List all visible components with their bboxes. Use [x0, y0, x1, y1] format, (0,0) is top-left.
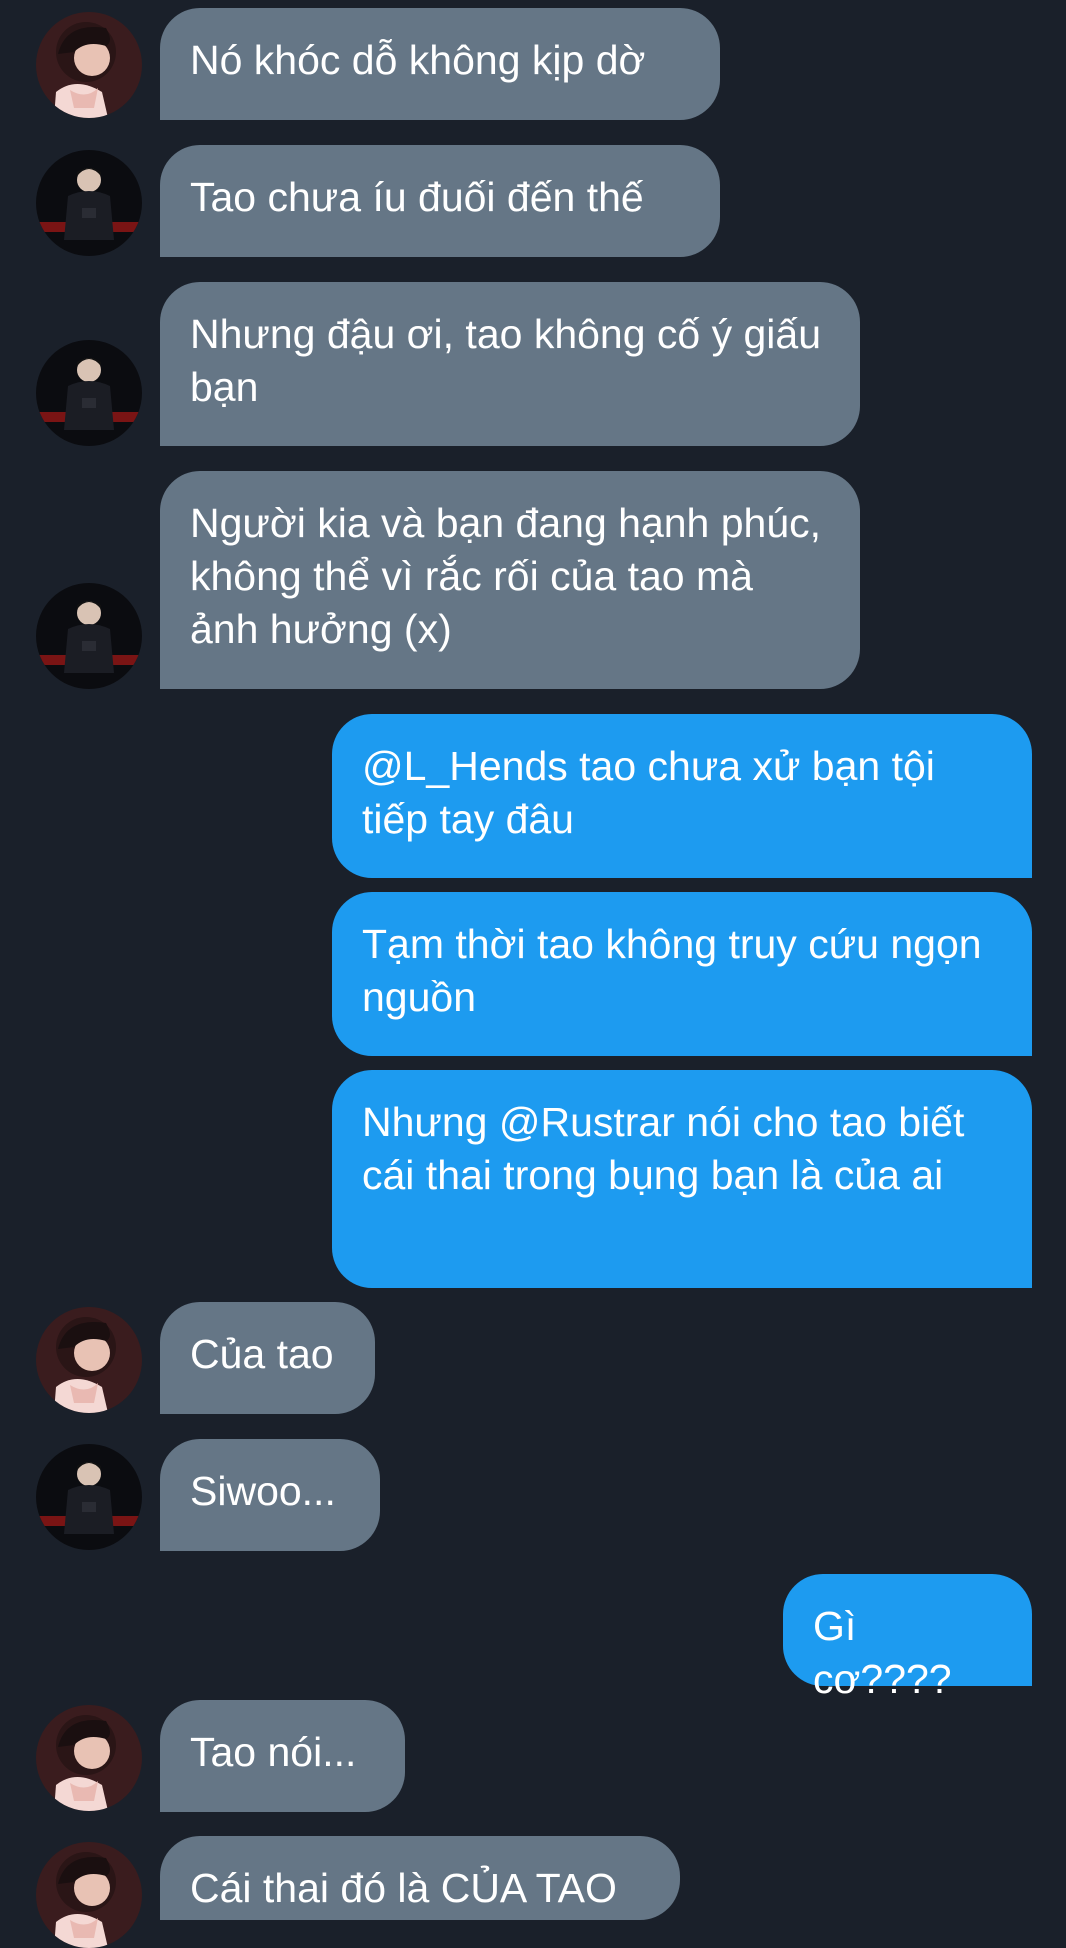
message-bubble-outgoing: Gì cơ????: [783, 1574, 1032, 1702]
message-bubble-incoming: Siwoo...: [160, 1439, 380, 1551]
avatar-person-dark-outfit-icon: [36, 150, 142, 256]
avatar-person-pink-scarf-icon: [36, 1842, 142, 1948]
avatar-user-b[interactable]: [36, 340, 142, 446]
avatar-person-dark-outfit-icon: [36, 583, 142, 689]
avatar-person-dark-outfit-icon: [36, 1444, 142, 1550]
avatar-user-a[interactable]: [36, 1705, 142, 1811]
avatar-user-a[interactable]: [36, 1307, 142, 1413]
message-bubble-incoming: Của tao: [160, 1302, 375, 1414]
message-bubble-outgoing: Nhưng @Rustrar nói cho tao biết cái thai…: [332, 1070, 1032, 1288]
message-bubble-incoming: Nó khóc dỗ không kịp dờ: [160, 8, 720, 120]
message-bubble-incoming: Cái thai đó là CỦA TAO: [160, 1836, 680, 1920]
avatar-user-a[interactable]: [36, 12, 142, 118]
message-bubble-outgoing: Tạm thời tao không truy cứu ngọn nguồn: [332, 892, 1032, 1056]
message-bubble-outgoing: @L_Hends tao chưa xử bạn tội tiếp tay đâ…: [332, 714, 1032, 878]
avatar-user-b[interactable]: [36, 583, 142, 689]
message-bubble-incoming: Nhưng đậu ơi, tao không cố ý giấu bạn: [160, 282, 860, 446]
message-bubble-incoming: Tao chưa íu đuối đến thế: [160, 145, 720, 257]
message-thread: Nó khóc dỗ không kịp dờ Tao chưa íu đuối…: [0, 0, 1066, 1948]
avatar-person-pink-scarf-icon: [36, 1307, 142, 1413]
avatar-person-pink-scarf-icon: [36, 1705, 142, 1811]
message-bubble-incoming: Người kia và bạn đang hạnh phúc, không t…: [160, 471, 860, 689]
message-bubble-incoming: Tao nói...: [160, 1700, 405, 1812]
avatar-user-b[interactable]: [36, 1444, 142, 1550]
avatar-person-dark-outfit-icon: [36, 340, 142, 446]
avatar-person-pink-scarf-icon: [36, 12, 142, 118]
avatar-user-b[interactable]: [36, 150, 142, 256]
avatar-user-a[interactable]: [36, 1842, 142, 1948]
